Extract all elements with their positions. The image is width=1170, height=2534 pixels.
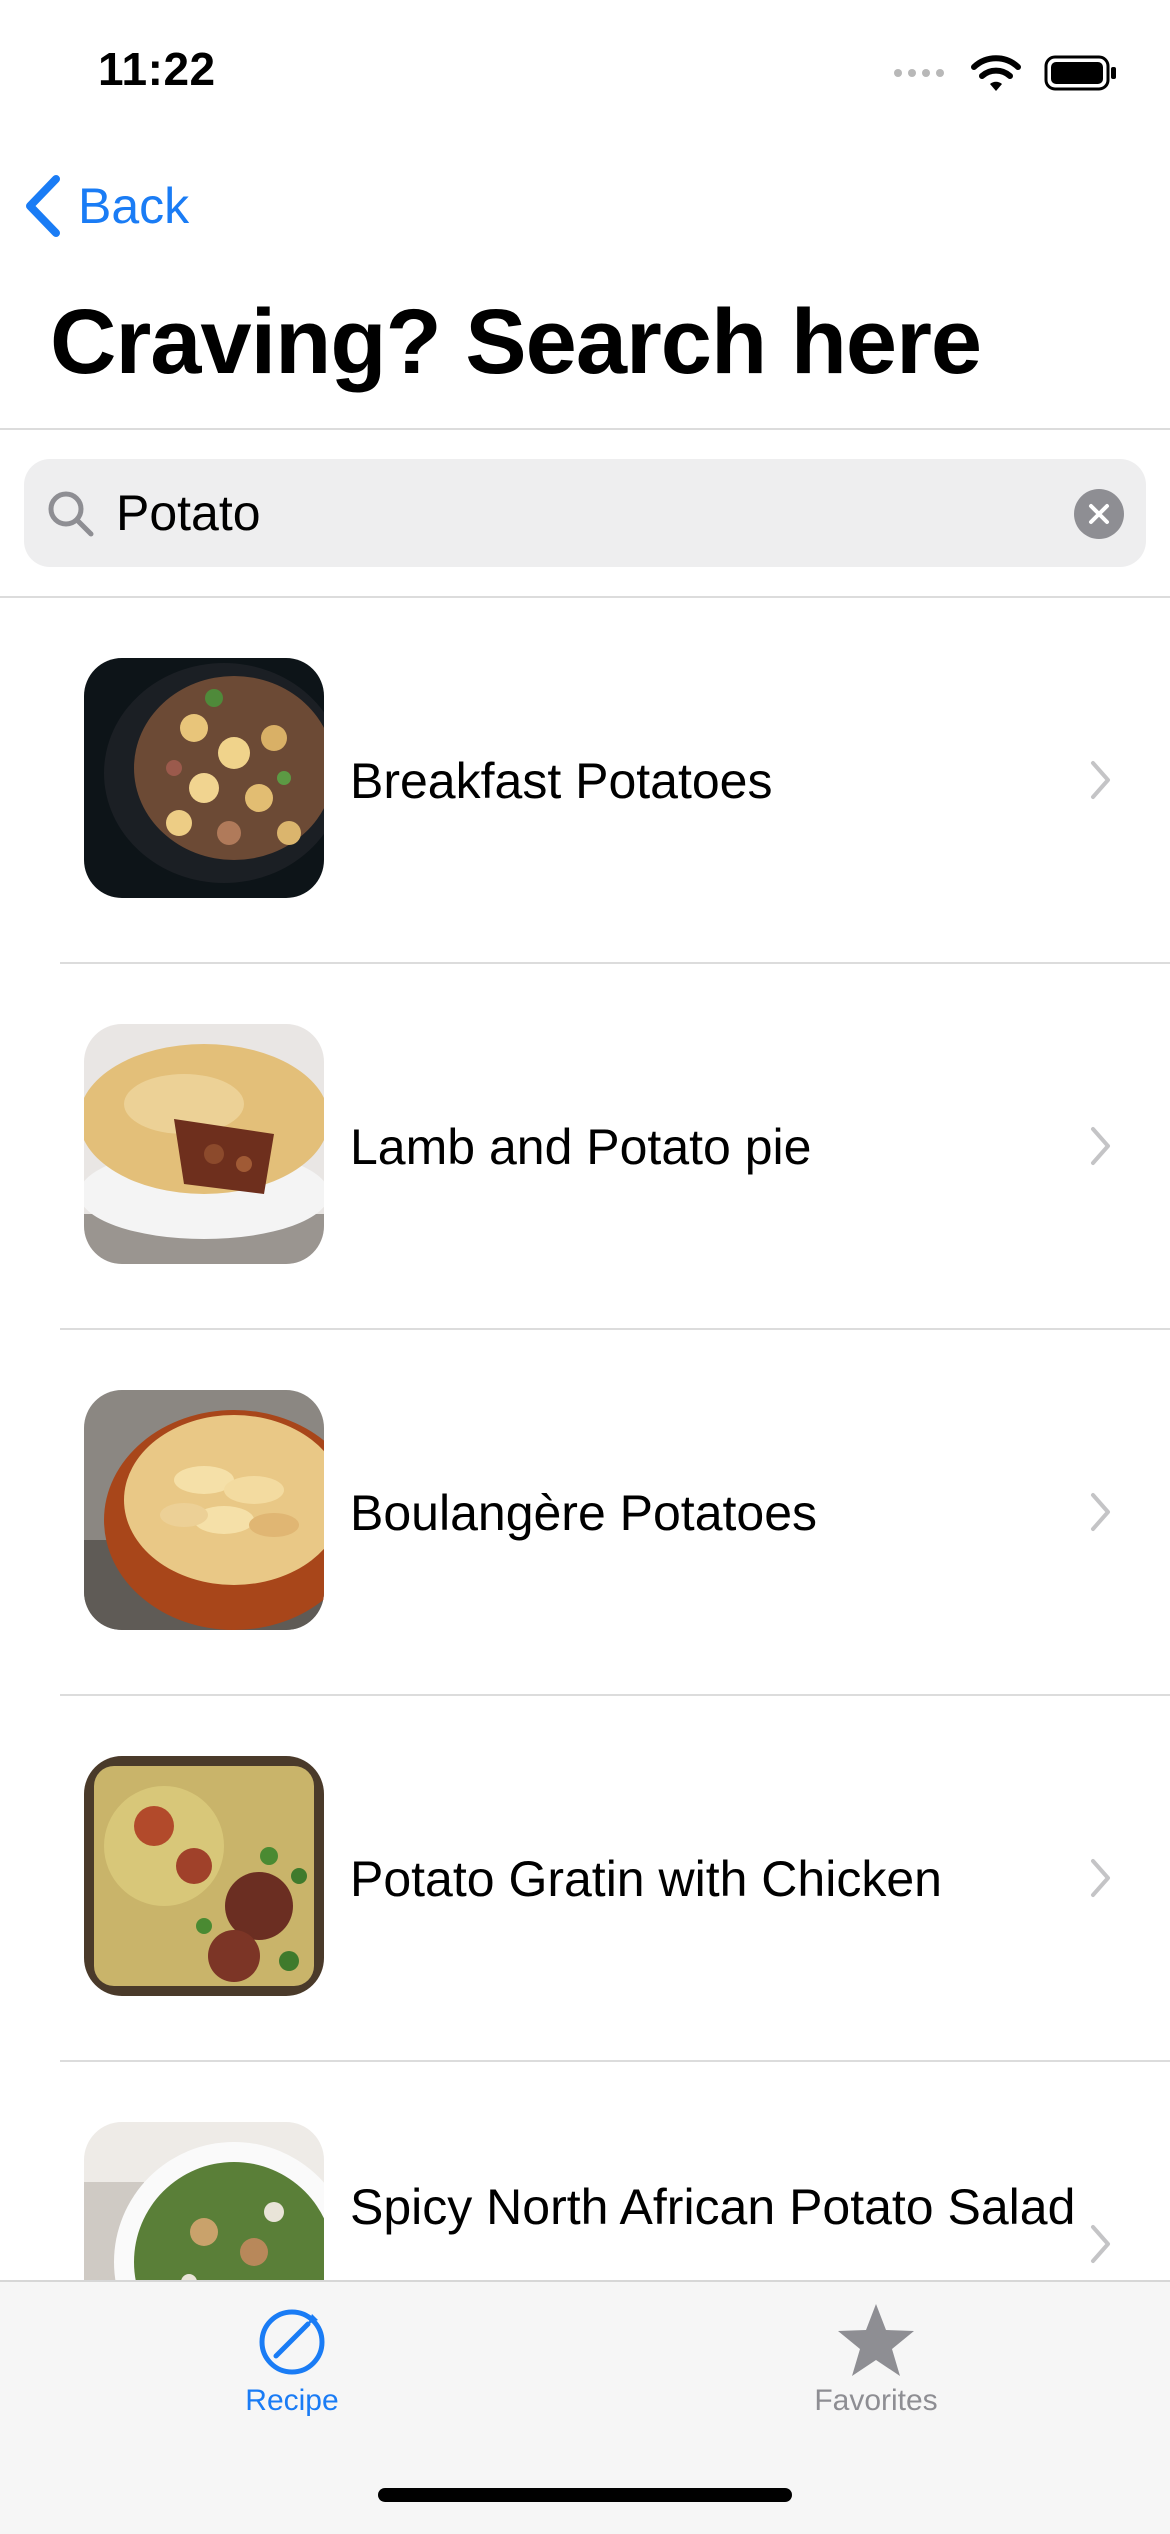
cellular-signal-icon <box>894 69 944 77</box>
battery-icon <box>1044 55 1116 91</box>
status-time: 11:22 <box>98 43 216 95</box>
chevron-right-icon <box>1091 1127 1110 1165</box>
page-title: Craving? Search here <box>50 291 982 393</box>
tab-recipe[interactable]: Recipe <box>142 2302 442 2442</box>
home-indicator <box>378 2488 792 2502</box>
search-bar[interactable] <box>24 459 1146 567</box>
status-icons <box>894 48 1118 98</box>
boulangere-potatoes-image <box>84 1390 324 1630</box>
chevron-right-icon <box>1091 1859 1110 1897</box>
header-divider <box>0 428 1170 430</box>
list-item[interactable]: Breakfast Potatoes <box>0 598 1170 964</box>
chevron-right-icon <box>1091 1493 1110 1531</box>
compass-icon <box>259 2309 325 2375</box>
recipe-title: Boulangère Potatoes <box>350 1485 818 1541</box>
list-item[interactable]: Boulangère Potatoes <box>0 1330 1170 1696</box>
recipe-title: Spicy North African Potato Salad <box>350 2179 1076 2235</box>
back-button[interactable]: Back <box>22 170 189 242</box>
potato-gratin-chicken-image <box>84 1756 324 1996</box>
chevron-right-icon <box>1091 761 1110 799</box>
star-icon <box>838 2304 914 2376</box>
tab-label: Recipe <box>245 2384 339 2417</box>
recipe-title: Breakfast Potatoes <box>350 753 773 809</box>
breakfast-potatoes-image <box>84 658 324 898</box>
lamb-potato-pie-image <box>84 1024 324 1264</box>
tab-favorites[interactable]: Favorites <box>726 2302 1026 2442</box>
list-item[interactable]: Potato Gratin with Chicken <box>0 1696 1170 2062</box>
tab-label: Favorites <box>814 2384 938 2417</box>
status-bar: 11:22 <box>0 0 1170 140</box>
close-icon <box>1089 504 1109 524</box>
search-input[interactable] <box>116 479 1076 547</box>
wifi-icon <box>971 55 1021 91</box>
search-icon <box>48 491 94 537</box>
list-item[interactable]: Lamb and Potato pie <box>0 964 1170 1330</box>
back-label: Back <box>78 178 190 234</box>
chevron-right-icon <box>1091 2225 1110 2263</box>
chevron-left-icon <box>26 175 60 237</box>
recipe-title: Potato Gratin with Chicken <box>350 1851 942 1907</box>
recipe-title: Lamb and Potato pie <box>350 1119 812 1175</box>
clear-search-button[interactable] <box>1074 489 1124 539</box>
